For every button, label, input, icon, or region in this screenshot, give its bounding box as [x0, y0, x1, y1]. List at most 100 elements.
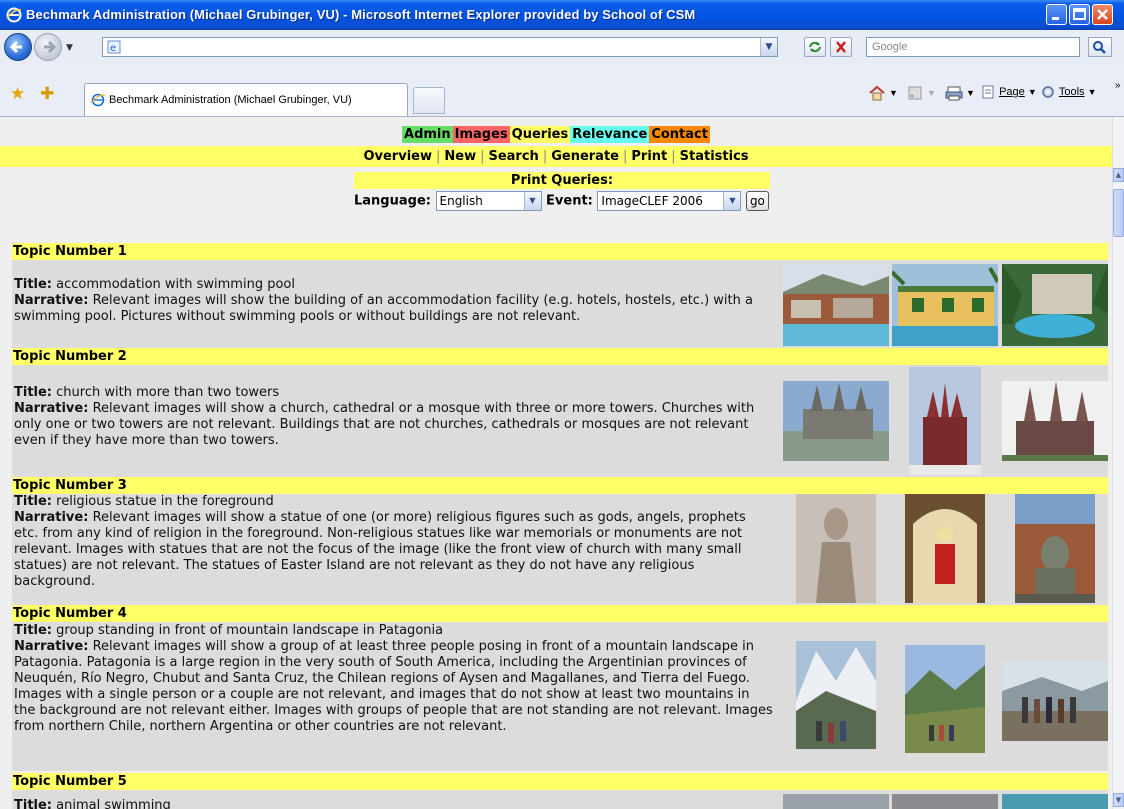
tools-menu[interactable]: Tools ▼	[1040, 84, 1097, 104]
chevron-down-icon: ▼	[723, 192, 741, 210]
topic-1-image-3[interactable]	[1002, 264, 1108, 346]
home-icon[interactable]	[867, 84, 887, 104]
go-button[interactable]: go	[745, 191, 769, 211]
print-queries-form: Print Queries: Language: English ▼ Event…	[354, 172, 770, 211]
topic-4-narrative: Relevant images will show a group of at …	[14, 639, 773, 734]
narrative-label: Narrative:	[14, 510, 89, 525]
refresh-button[interactable]	[804, 37, 826, 57]
menu-relevance[interactable]: Relevance	[570, 126, 650, 143]
home-dropdown-icon[interactable]: ▼	[889, 88, 898, 108]
topic-2-narrative: Relevant images will show a church, cath…	[14, 401, 755, 448]
subnav: Overview | New | Search | Generate | Print | Stati…	[363, 149, 749, 164]
event-select[interactable]: ImageCLEF 2006 ▼	[597, 191, 742, 211]
chevron-icon[interactable]: »	[1115, 80, 1121, 100]
menu-contact[interactable]: Contact	[649, 126, 710, 143]
topic-5-body: Title: animal swimming	[12, 790, 1108, 809]
topic-5-title: animal swimming	[56, 798, 171, 809]
scroll-down-icon[interactable]: ▼	[1113, 793, 1124, 807]
topic-1-title: accommodation with swimming pool	[56, 277, 295, 292]
gear-icon	[1042, 86, 1054, 98]
topic-2-image-2[interactable]	[909, 367, 981, 475]
topic-4-body: Title: group standing in front of mounta…	[12, 622, 1108, 771]
language-value: English	[439, 194, 483, 208]
subnav-overview[interactable]: Overview	[363, 149, 432, 164]
back-button[interactable]	[4, 33, 32, 61]
topic-2-body: Title: church with more than two towers …	[12, 365, 1108, 477]
topic-4-title: group standing in front of mountain land…	[56, 623, 444, 638]
main-menu: Admin Images Queries Relevance Contact	[0, 123, 1112, 143]
close-button[interactable]	[1092, 4, 1113, 25]
topic-3-text: Title: religious statue in the foregroun…	[14, 494, 774, 590]
search-button[interactable]	[1088, 37, 1112, 57]
stop-icon	[836, 41, 846, 53]
tab-label: Bechmark Administration (Michael Grubing…	[109, 94, 352, 106]
feeds-dropdown-icon: ▼	[927, 88, 936, 98]
address-toolbar: ▼ e ▼ Google	[0, 30, 1124, 65]
subnav-generate[interactable]: Generate	[551, 149, 619, 164]
search-input[interactable]: Google	[866, 37, 1080, 57]
topic-4-image-1[interactable]	[796, 641, 876, 749]
subnav-print[interactable]: Print	[631, 149, 667, 164]
menu-queries[interactable]: Queries	[509, 126, 571, 143]
favorites-star-icon[interactable]: ★	[10, 84, 25, 104]
address-dropdown-icon[interactable]: ▼	[760, 38, 777, 56]
topic-1-image-2[interactable]	[892, 264, 998, 346]
feeds-icon[interactable]	[906, 84, 924, 104]
topic-4-image-3[interactable]	[1002, 661, 1108, 741]
window-title-bar[interactable]: Bechmark Administration (Michael Grubing…	[0, 0, 1124, 30]
title-label: Title:	[14, 385, 53, 400]
topic-1-narrative: Relevant images will show the building o…	[14, 293, 753, 324]
vertical-scrollbar[interactable]: ▲ ▼	[1112, 117, 1124, 809]
topic-2-image-1[interactable]	[783, 381, 889, 461]
language-label: Language:	[354, 193, 431, 209]
topic-1-body: Title: accommodation with swimming pool …	[12, 260, 1108, 348]
minimize-button[interactable]	[1046, 4, 1067, 25]
minimize-icon	[1052, 17, 1059, 20]
page-menu[interactable]: Page ▼	[980, 84, 1037, 104]
subnav-search[interactable]: Search	[488, 149, 538, 164]
language-select[interactable]: English ▼	[435, 191, 542, 211]
topic-3-image-1[interactable]	[796, 494, 876, 603]
forward-button[interactable]	[34, 33, 62, 61]
close-icon	[1097, 9, 1108, 20]
menu-admin[interactable]: Admin	[402, 126, 453, 143]
title-label: Title:	[14, 277, 53, 292]
print-dropdown-icon[interactable]: ▼	[966, 88, 975, 108]
topic-5-image-3[interactable]	[1002, 794, 1108, 809]
scroll-thumb[interactable]	[1113, 189, 1124, 237]
subnav-statistics[interactable]: Statistics	[680, 149, 749, 164]
topic-4-header: Topic Number 4	[12, 605, 1108, 622]
history-dropdown-icon[interactable]: ▼	[66, 43, 73, 53]
chevron-down-icon: ▼	[523, 192, 541, 210]
menu-images[interactable]: Images	[452, 126, 510, 143]
tools-menu-label: Tools	[1058, 85, 1085, 98]
new-tab-button[interactable]	[413, 87, 445, 114]
maximize-button[interactable]	[1069, 4, 1090, 25]
topic-2-image-3[interactable]	[1002, 381, 1108, 461]
topic-3-body: Title: religious statue in the foregroun…	[12, 494, 1108, 605]
topic-5-image-2[interactable]	[892, 794, 998, 809]
tab-active[interactable]: Bechmark Administration (Michael Grubing…	[84, 83, 408, 116]
subnav-new[interactable]: New	[444, 149, 476, 164]
topic-1-image-1[interactable]	[783, 264, 889, 346]
topic-5-image-1[interactable]	[783, 794, 889, 809]
add-favorites-icon[interactable]: ✚	[40, 84, 54, 104]
back-arrow-icon	[9, 40, 22, 54]
topic-2-text: Title: church with more than two towers …	[14, 385, 774, 449]
topic-4-image-2[interactable]	[905, 645, 985, 753]
print-queries-heading: Print Queries:	[354, 172, 770, 189]
topic-3-narrative: Relevant images will show a statue of on…	[14, 510, 746, 589]
topic-3-image-3[interactable]	[1015, 494, 1095, 603]
narrative-label: Narrative:	[14, 293, 89, 308]
scroll-up-icon[interactable]: ▲	[1113, 168, 1124, 182]
address-input[interactable]: e ▼	[102, 37, 778, 57]
topic-2-header: Topic Number 2	[12, 348, 1108, 365]
stop-button[interactable]	[830, 37, 852, 57]
maximize-icon	[1073, 8, 1086, 20]
topic-4-text: Title: group standing in front of mounta…	[14, 623, 774, 735]
narrative-label: Narrative:	[14, 401, 89, 416]
topic-3-image-2[interactable]	[905, 494, 985, 603]
print-icon[interactable]	[944, 84, 964, 104]
title-label: Title:	[14, 494, 53, 509]
search-icon	[1093, 41, 1106, 54]
